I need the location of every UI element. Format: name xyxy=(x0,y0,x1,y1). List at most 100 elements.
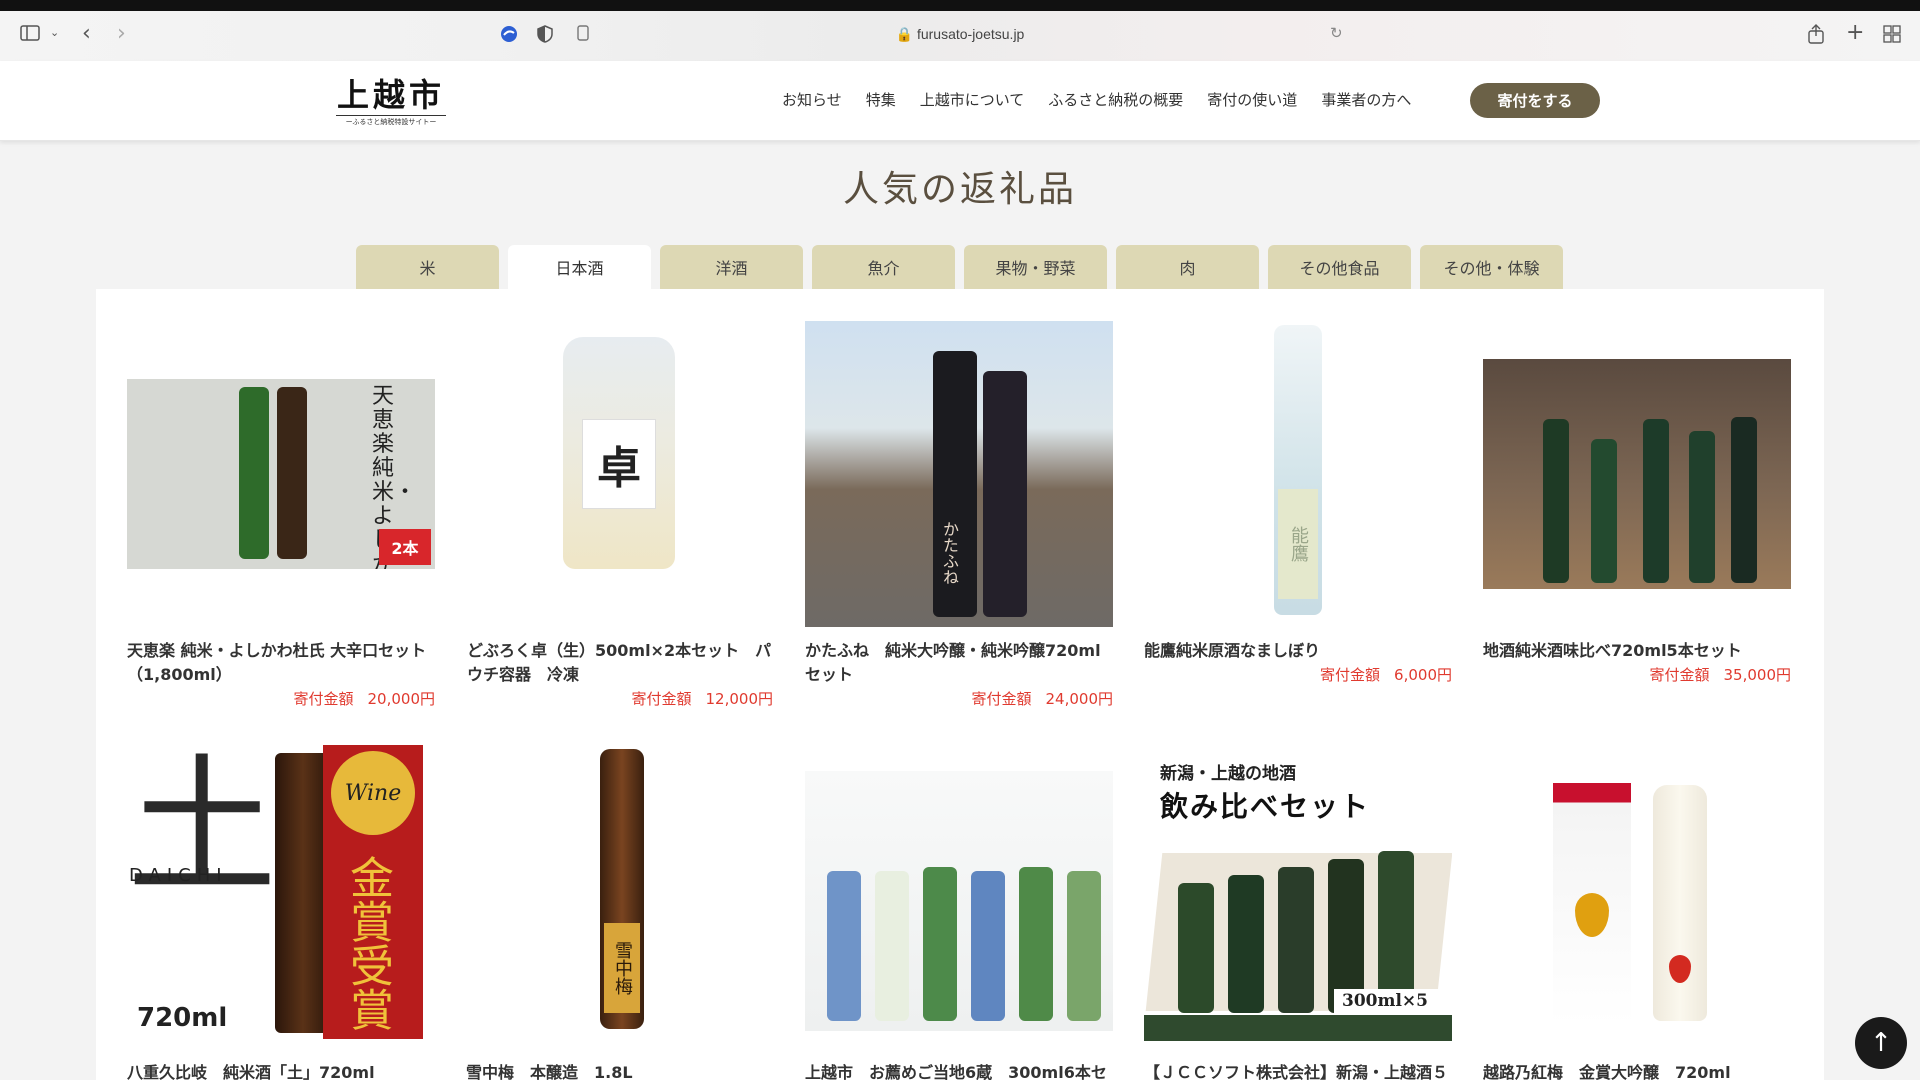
main-nav: お知らせ 特集 上越市について ふるさと納税の概要 寄付の使い道 事業者の方へ xyxy=(782,89,1435,110)
section-title: 人気の返礼品 xyxy=(842,169,1077,210)
bottle-shape xyxy=(1278,867,1314,1013)
product-image: 卓 xyxy=(467,319,775,569)
product-image: 雪中梅 xyxy=(466,743,774,1043)
logo-sub: ーふるさと納税特設サイトー xyxy=(336,115,446,127)
tab-overview-icon[interactable] xyxy=(1883,25,1901,43)
product-name[interactable]: 上越市 お薦めご当地6蔵 300ml6本セ xyxy=(805,1061,1115,1080)
reload-icon[interactable]: ↻ xyxy=(1330,26,1343,41)
bottle-shape xyxy=(983,371,1027,617)
bottle-shape xyxy=(827,871,861,1021)
plum-emblem xyxy=(1575,893,1609,937)
product-image: 能鷹 xyxy=(1144,319,1452,619)
bottle-shape xyxy=(1731,417,1757,583)
product-image: 土 DAICHI 720ml Wine 金賞受賞 xyxy=(127,743,435,1039)
quantity-badge: 2本 xyxy=(379,529,431,565)
bottle-shape xyxy=(1019,867,1053,1021)
scroll-to-top-button[interactable]: ↑ xyxy=(1855,1017,1907,1069)
plum-emblem xyxy=(1669,955,1691,983)
product-name[interactable]: 越路乃紅梅 金賞大吟醸 720ml xyxy=(1483,1061,1793,1080)
product-name[interactable]: 地酒純米酒味比べ720ml5本セット xyxy=(1483,639,1793,663)
price-value: 20,000円 xyxy=(367,690,436,708)
product-name[interactable]: どぶろく卓（生）500ml×2本セット パウチ容器 冷凍 xyxy=(467,639,777,687)
browser-toolbar: ⌄ ‹ › 🔒 furusato-joetsu.jp ↻ + xyxy=(0,11,1920,61)
bottle-shape xyxy=(277,387,307,559)
product-image-text: 雪中梅 xyxy=(604,923,640,1013)
product-image-text: 飲み比べセット xyxy=(1160,790,1371,823)
price-value: 6,000円 xyxy=(1394,666,1452,684)
product-image: 新潟・上越の地酒 飲み比べセット 300ml×5本 xyxy=(1144,743,1452,1045)
product-image xyxy=(805,771,1113,1031)
gift-box xyxy=(1553,783,1631,1025)
bottle-shape xyxy=(1067,871,1101,1021)
tab-sake[interactable]: 日本酒 xyxy=(508,245,651,289)
bottle-shape xyxy=(1591,439,1617,583)
price-value: 12,000円 xyxy=(705,690,774,708)
product-image-text: 能鷹 xyxy=(1278,489,1318,599)
product-image xyxy=(1483,771,1791,1033)
bottle-shape xyxy=(239,387,269,559)
donate-button[interactable]: 寄付をする xyxy=(1470,83,1600,118)
arrow-up-icon: ↑ xyxy=(1870,1028,1892,1058)
bottle-shape xyxy=(971,871,1005,1021)
tab-meat[interactable]: 肉 xyxy=(1116,245,1259,289)
bottle-shape xyxy=(1543,419,1569,583)
bottle-shape xyxy=(923,867,957,1021)
product-image-text: Wine xyxy=(331,751,415,835)
site-header: 上越市 ーふるさと納税特設サイトー お知らせ 特集 上越市について ふるさと納税… xyxy=(0,61,1920,141)
price-label: 寄付金額 xyxy=(1649,666,1710,684)
category-tabs: 米 日本酒 洋酒 魚介 果物・野菜 肉 その他食品 その他・体験 xyxy=(356,245,1572,289)
product-name[interactable]: 天恵楽 純米・よしかわ杜氏 大辛口セット（1,800ml） xyxy=(127,639,437,687)
bottle-shape xyxy=(1653,785,1707,1021)
product-image-text: 卓 xyxy=(582,419,656,509)
nav-about-city[interactable]: 上越市について xyxy=(920,89,1025,110)
nav-news[interactable]: お知らせ xyxy=(782,89,842,110)
price-label: 寄付金額 xyxy=(631,690,692,708)
product-image: 天恵楽 純米・よしかわ杜氏 大辛口 セット 2本 xyxy=(127,379,435,569)
price-label: 寄付金額 xyxy=(1320,666,1381,684)
price-label: 寄付金額 xyxy=(971,690,1032,708)
product-image-text: 新潟・上越の地酒 xyxy=(1160,764,1296,784)
product-image-text: 金賞受賞 xyxy=(342,855,393,1031)
nav-usage[interactable]: 寄付の使い道 xyxy=(1207,89,1297,110)
product-price: 寄付金額 35,000円 xyxy=(1649,664,1791,685)
product-image-text: DAICHI xyxy=(129,865,228,886)
lock-icon: 🔒 xyxy=(895,26,914,42)
tab-seafood[interactable]: 魚介 xyxy=(812,245,955,289)
product-name[interactable]: かたふね 純米大吟醸・純米吟醸720mlセット xyxy=(805,639,1115,687)
product-image-text: 720ml xyxy=(137,1003,228,1033)
nav-features[interactable]: 特集 xyxy=(866,89,896,110)
bottle-shape xyxy=(1228,875,1264,1013)
product-name[interactable]: 能鷹純米原酒なましぼり xyxy=(1144,639,1454,663)
product-price: 寄付金額 12,000円 xyxy=(631,688,773,709)
new-tab-icon[interactable]: + xyxy=(1846,22,1864,44)
bottle-shape xyxy=(1643,419,1669,583)
url-text: furusato-joetsu.jp xyxy=(916,26,1025,42)
product-price: 寄付金額 6,000円 xyxy=(1320,664,1452,685)
award-banner: Wine 金賞受賞 xyxy=(323,745,423,1039)
tab-rice[interactable]: 米 xyxy=(356,245,499,289)
share-icon[interactable] xyxy=(1808,24,1824,44)
top-bezel xyxy=(0,0,1920,11)
nav-business[interactable]: 事業者の方へ xyxy=(1321,89,1411,110)
product-image: かたふね xyxy=(805,321,1113,627)
price-label: 寄付金額 xyxy=(293,690,354,708)
product-name[interactable]: 八重久比岐 純米酒「土」720ml xyxy=(127,1061,437,1080)
product-name[interactable]: 【ＪＣＣソフト株式会社】新潟・上越酒５ xyxy=(1144,1061,1454,1080)
caption-bar xyxy=(1144,1015,1452,1041)
product-price: 寄付金額 20,000円 xyxy=(293,688,435,709)
product-image xyxy=(1483,359,1791,589)
product-image-text: かたふね xyxy=(940,521,959,585)
price-value: 24,000円 xyxy=(1045,690,1114,708)
bottle-shape xyxy=(1689,431,1715,583)
tab-fruit-vegetables[interactable]: 果物・野菜 xyxy=(964,245,1107,289)
nav-overview[interactable]: ふるさと納税の概要 xyxy=(1048,89,1183,110)
price-value: 35,000円 xyxy=(1723,666,1792,684)
tab-other-food[interactable]: その他食品 xyxy=(1268,245,1411,289)
tab-other-experience[interactable]: その他・体験 xyxy=(1420,245,1563,289)
bottle-shape xyxy=(1178,883,1214,1013)
product-price: 寄付金額 24,000円 xyxy=(971,688,1113,709)
site-logo[interactable]: 上越市 ーふるさと納税特設サイトー xyxy=(336,77,446,127)
tab-western-liquor[interactable]: 洋酒 xyxy=(660,245,803,289)
product-name[interactable]: 雪中梅 本醸造 1.8L xyxy=(466,1061,776,1080)
address-bar[interactable]: 🔒 furusato-joetsu.jp xyxy=(0,26,1920,43)
